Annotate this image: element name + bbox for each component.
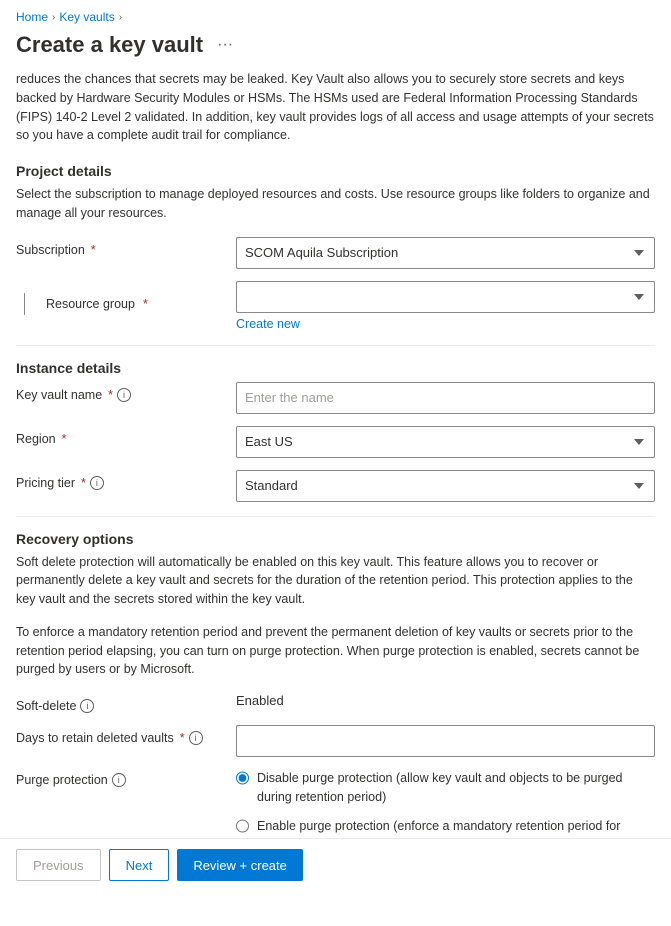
content-area: reduces the chances that secrets may be … bbox=[0, 70, 671, 926]
page-title: Create a key vault bbox=[16, 32, 203, 58]
project-details-section: Project details Select the subscription … bbox=[16, 163, 655, 331]
footer-bar: Previous Next Review + create bbox=[0, 838, 671, 891]
region-control: East US bbox=[236, 426, 655, 458]
page-header: Create a key vault ··· bbox=[0, 28, 671, 70]
region-row: Region * East US bbox=[16, 426, 655, 458]
key-vault-name-info-icon[interactable]: i bbox=[117, 388, 131, 402]
resource-group-row: Resource group * Create new bbox=[16, 281, 655, 331]
review-create-button[interactable]: Review + create bbox=[177, 849, 303, 881]
instance-details-section: Instance details Key vault name * i Regi… bbox=[16, 360, 655, 502]
pricing-tier-required: * bbox=[81, 476, 86, 490]
resource-group-label: Resource group * bbox=[16, 281, 236, 315]
key-vault-name-label: Key vault name * i bbox=[16, 382, 236, 402]
recovery-options-title: Recovery options bbox=[16, 531, 655, 547]
purge-disable-radio[interactable] bbox=[236, 771, 249, 785]
days-retain-row: Days to retain deleted vaults * i 90 bbox=[16, 725, 655, 757]
previous-button[interactable]: Previous bbox=[16, 849, 101, 881]
instance-details-title: Instance details bbox=[16, 360, 655, 376]
soft-delete-row: Soft-delete i Enabled bbox=[16, 693, 655, 713]
project-details-desc: Select the subscription to manage deploy… bbox=[16, 185, 655, 223]
subscription-label: Subscription * bbox=[16, 237, 236, 257]
next-button[interactable]: Next bbox=[109, 849, 170, 881]
breadcrumb-chevron-2: › bbox=[119, 12, 122, 23]
soft-delete-info-icon[interactable]: i bbox=[80, 699, 94, 713]
purge-desc: To enforce a mandatory retention period … bbox=[16, 623, 655, 679]
region-required: * bbox=[62, 432, 67, 446]
breadcrumb-keyvaults[interactable]: Key vaults bbox=[59, 10, 114, 24]
soft-delete-value-wrap: Enabled bbox=[236, 693, 655, 708]
pricing-tier-label: Pricing tier * i bbox=[16, 470, 236, 490]
more-options-button[interactable]: ··· bbox=[211, 34, 239, 56]
description-text: reduces the chances that secrets may be … bbox=[16, 70, 655, 145]
purge-disable-label: Disable purge protection (allow key vaul… bbox=[257, 769, 655, 807]
divider-1 bbox=[16, 345, 655, 346]
subscription-required: * bbox=[91, 243, 96, 257]
breadcrumb-home[interactable]: Home bbox=[16, 10, 48, 24]
create-new-link[interactable]: Create new bbox=[236, 317, 300, 331]
days-retain-control: 90 bbox=[236, 725, 655, 757]
region-select[interactable]: East US bbox=[236, 426, 655, 458]
recovery-options-section: Recovery options Soft delete protection … bbox=[16, 531, 655, 855]
purge-disable-option[interactable]: Disable purge protection (allow key vaul… bbox=[236, 769, 655, 807]
key-vault-name-required: * bbox=[108, 388, 113, 402]
pricing-tier-select[interactable]: Standard bbox=[236, 470, 655, 502]
breadcrumb-chevron-1: › bbox=[52, 12, 55, 23]
pricing-tier-control: Standard bbox=[236, 470, 655, 502]
project-details-title: Project details bbox=[16, 163, 655, 179]
pricing-tier-row: Pricing tier * i Standard bbox=[16, 470, 655, 502]
soft-delete-label: Soft-delete i bbox=[16, 693, 236, 713]
days-retain-input[interactable]: 90 bbox=[236, 725, 655, 757]
key-vault-name-input[interactable] bbox=[236, 382, 655, 414]
days-retain-label: Days to retain deleted vaults * i bbox=[16, 725, 236, 745]
region-label: Region * bbox=[16, 426, 236, 446]
resource-group-control: Create new bbox=[236, 281, 655, 331]
resource-group-select[interactable] bbox=[236, 281, 655, 313]
days-retain-required: * bbox=[180, 731, 185, 745]
purge-enable-radio[interactable] bbox=[236, 819, 249, 833]
breadcrumb: Home › Key vaults › bbox=[0, 0, 671, 28]
subscription-select[interactable]: SCOM Aquila Subscription bbox=[236, 237, 655, 269]
soft-delete-desc: Soft delete protection will automaticall… bbox=[16, 553, 655, 609]
pricing-tier-info-icon[interactable]: i bbox=[90, 476, 104, 490]
days-retain-info-icon[interactable]: i bbox=[189, 731, 203, 745]
purge-protection-label: Purge protection i bbox=[16, 769, 236, 787]
resource-group-required: * bbox=[143, 297, 148, 311]
soft-delete-value: Enabled bbox=[236, 687, 284, 708]
subscription-row: Subscription * SCOM Aquila Subscription bbox=[16, 237, 655, 269]
key-vault-name-control bbox=[236, 382, 655, 414]
purge-protection-info-icon[interactable]: i bbox=[112, 773, 126, 787]
subscription-control: SCOM Aquila Subscription bbox=[236, 237, 655, 269]
key-vault-name-row: Key vault name * i bbox=[16, 382, 655, 414]
divider-2 bbox=[16, 516, 655, 517]
